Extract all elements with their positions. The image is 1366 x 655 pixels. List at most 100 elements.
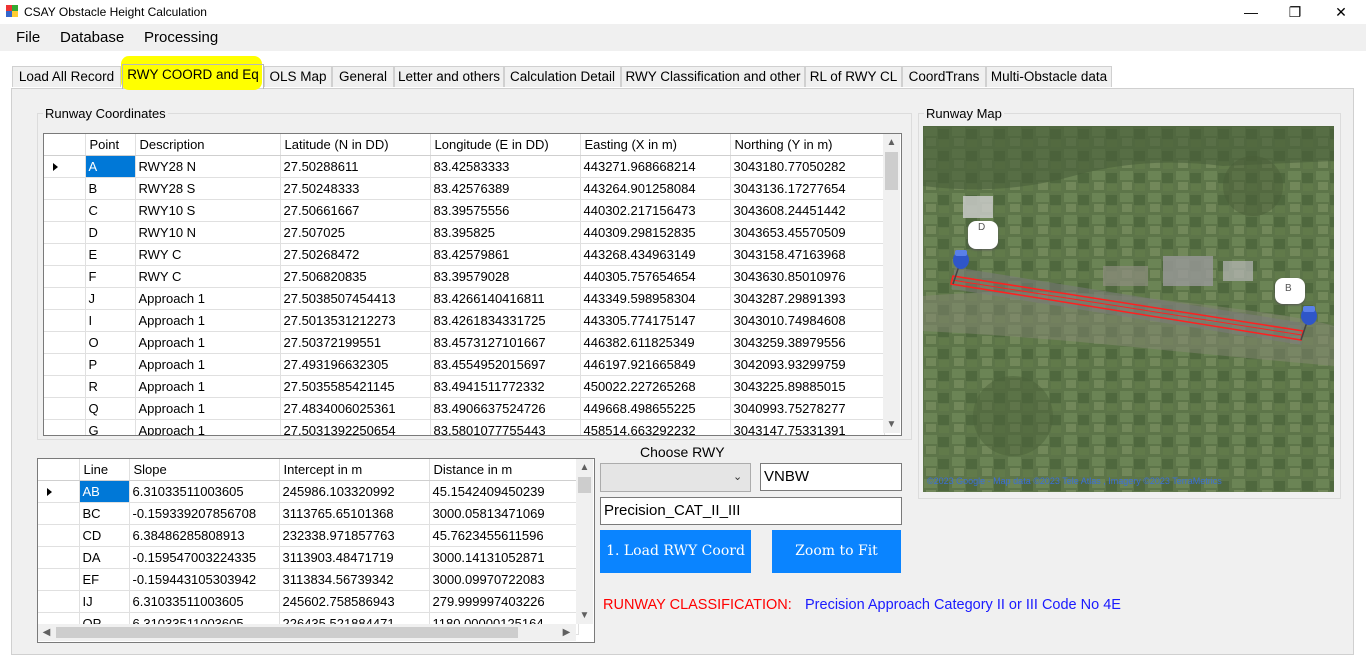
table-cell[interactable]: 443268.434963149 [580,243,731,266]
table-cell[interactable]: 83.42576389 [430,177,581,200]
table-row[interactable]: B RWY28 S 27.50248333 83.42576389 443264.901… [44,177,885,200]
table-cell[interactable]: 45.7623455611596 [429,524,579,547]
table-cell[interactable]: 232338.971857763 [279,524,430,547]
map-marker-label-b[interactable]: B [1275,278,1305,304]
column-header[interactable]: Point [85,134,136,156]
line-vertical-scrollbar[interactable]: ▲ ▼ [576,459,593,624]
table-cell[interactable]: RWY28 N [135,155,281,178]
row-header[interactable] [44,397,86,420]
scroll-thumb[interactable] [56,627,518,638]
table-cell[interactable]: 83.4941511772332 [430,375,581,398]
column-header[interactable]: Latitude (N in DD) [280,134,431,156]
table-row[interactable]: G Approach 1 27.5031392250654 83.5801077755… [44,419,885,435]
column-header[interactable]: Line [79,459,130,481]
table-row[interactable]: DA -0.159547003224335 3113903.48471719 3000… [38,546,579,569]
row-header[interactable] [38,502,80,525]
table-cell[interactable]: 3043180.77050282 [730,155,885,178]
row-header[interactable] [44,221,86,244]
table-cell[interactable]: 443349.598958304 [580,287,731,310]
table-cell[interactable]: Approach 1 [135,353,281,376]
table-cell[interactable]: -0.159547003224335 [129,546,280,569]
table-cell[interactable]: 6.38486285808913 [129,524,280,547]
table-cell[interactable]: C [85,199,136,222]
table-cell[interactable]: 3043010.74984608 [730,309,885,332]
scroll-down-icon[interactable]: ▼ [883,416,900,433]
choose-rwy-dropdown[interactable]: ⌄ [600,463,751,492]
table-cell[interactable]: 3000.05813471069 [429,502,579,525]
table-cell[interactable]: Approach 1 [135,309,281,332]
table-row[interactable]: F RWY C 27.506820835 83.39579028 440305.7576… [44,265,885,288]
table-row[interactable]: D RWY10 N 27.507025 83.395825 440309.2981528… [44,221,885,244]
table-cell[interactable]: 6.31033511003605 [129,480,280,503]
table-cell[interactable]: 83.4266140416811 [430,287,581,310]
row-header[interactable] [38,568,80,591]
table-cell[interactable]: G [85,419,136,435]
line-equations-grid[interactable]: Line Slope Intercept in m Distance in m … [37,458,595,643]
table-cell[interactable]: 443271.968668214 [580,155,731,178]
tab-load-all-record[interactable]: Load All Record [12,66,121,87]
table-cell[interactable]: I [85,309,136,332]
table-cell[interactable]: 83.4554952015697 [430,353,581,376]
table-cell[interactable]: Q [85,397,136,420]
table-cell[interactable]: 27.493196632305 [280,353,431,376]
table-cell[interactable]: A [85,155,136,178]
row-header[interactable] [38,546,80,569]
scroll-up-icon[interactable]: ▲ [883,134,900,151]
zoom-to-fit-button[interactable]: Zoom to Fit [772,530,901,573]
table-cell[interactable]: 3043147.75331391 [730,419,885,435]
row-header[interactable] [38,590,80,613]
table-cell[interactable]: P [85,353,136,376]
table-cell[interactable]: AB [79,480,130,503]
table-cell[interactable]: -0.159339207856708 [129,502,280,525]
table-cell[interactable]: 27.5013531212273 [280,309,431,332]
tab-multi-obstacle-data[interactable]: Multi-Obstacle data [986,66,1112,87]
tab-rwy-coord-and-eq[interactable]: RWY COORD and Eq [122,64,264,89]
table-cell[interactable]: 3043608.24451442 [730,199,885,222]
table-cell[interactable]: 3113765.65101368 [279,502,430,525]
table-cell[interactable]: 27.50372199551 [280,331,431,354]
tab-letter-and-others[interactable]: Letter and others [394,66,504,87]
table-cell[interactable]: 3000.09970722083 [429,568,579,591]
table-cell[interactable]: IJ [79,590,130,613]
table-row[interactable]: P Approach 1 27.493196632305 83.45549520156… [44,353,885,376]
table-cell[interactable]: 440302.217156473 [580,199,731,222]
table-cell[interactable]: Approach 1 [135,397,281,420]
table-cell[interactable]: Approach 1 [135,287,281,310]
table-cell[interactable]: 3043630.85010976 [730,265,885,288]
load-rwy-coord-button[interactable]: 1. Load RWY Coord [600,530,751,573]
scroll-down-icon[interactable]: ▼ [576,607,593,624]
column-header[interactable]: Northing (Y in m) [730,134,885,156]
table-cell[interactable]: 3043287.29891393 [730,287,885,310]
table-cell[interactable]: 450022.227265268 [580,375,731,398]
table-row[interactable]: O Approach 1 27.50372199551 83.457312710166… [44,331,885,354]
column-header[interactable]: Longitude (E in DD) [430,134,581,156]
table-cell[interactable]: O [85,331,136,354]
row-header[interactable] [44,265,86,288]
table-cell[interactable]: 27.507025 [280,221,431,244]
table-cell[interactable]: 83.395825 [430,221,581,244]
table-cell[interactable]: RWY C [135,265,281,288]
table-cell[interactable]: 3043653.45570509 [730,221,885,244]
menu-processing[interactable]: Processing [144,29,218,46]
table-cell[interactable]: 27.5035585421145 [280,375,431,398]
table-cell[interactable]: 279.999997403226 [429,590,579,613]
table-cell[interactable]: 446382.611825349 [580,331,731,354]
line-horizontal-scrollbar[interactable]: ◀ ▶ [38,624,576,641]
table-cell[interactable]: 45.1542409450239 [429,480,579,503]
column-header[interactable]: Distance in m [429,459,579,481]
table-cell[interactable]: 443305.774175147 [580,309,731,332]
table-cell[interactable]: 245602.758586943 [279,590,430,613]
table-cell[interactable]: 3043158.47163968 [730,243,885,266]
table-cell[interactable]: 3040993.75278277 [730,397,885,420]
row-header[interactable] [44,155,86,178]
row-header[interactable] [44,177,86,200]
table-cell[interactable]: Approach 1 [135,331,281,354]
table-cell[interactable]: RWY10 S [135,199,281,222]
table-cell[interactable]: R [85,375,136,398]
menu-database[interactable]: Database [60,29,124,46]
column-header[interactable]: Slope [129,459,280,481]
table-cell[interactable]: B [85,177,136,200]
scroll-thumb[interactable] [885,152,898,190]
table-cell[interactable]: E [85,243,136,266]
table-row[interactable]: J Approach 1 27.5038507454413 83.4266140416… [44,287,885,310]
